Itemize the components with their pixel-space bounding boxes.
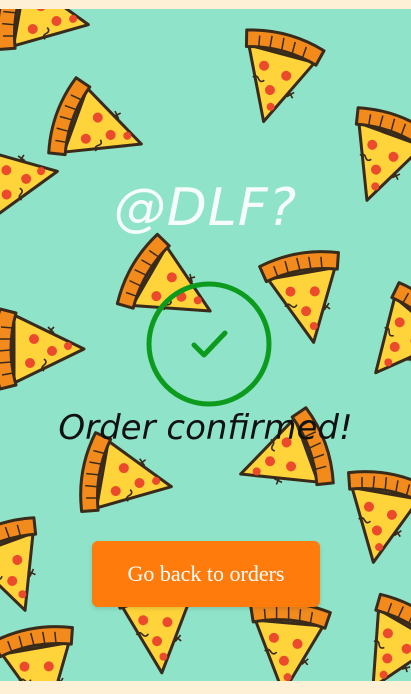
brand-title: @DLF? xyxy=(113,178,298,238)
go-back-to-orders-button[interactable]: Go back to orders xyxy=(92,541,320,607)
check-circle-icon xyxy=(146,281,272,407)
order-status-message: Order confirmed! xyxy=(58,408,353,448)
order-confirmation-screen: @DLF? Order confirmed! Go back to orders xyxy=(0,0,411,694)
